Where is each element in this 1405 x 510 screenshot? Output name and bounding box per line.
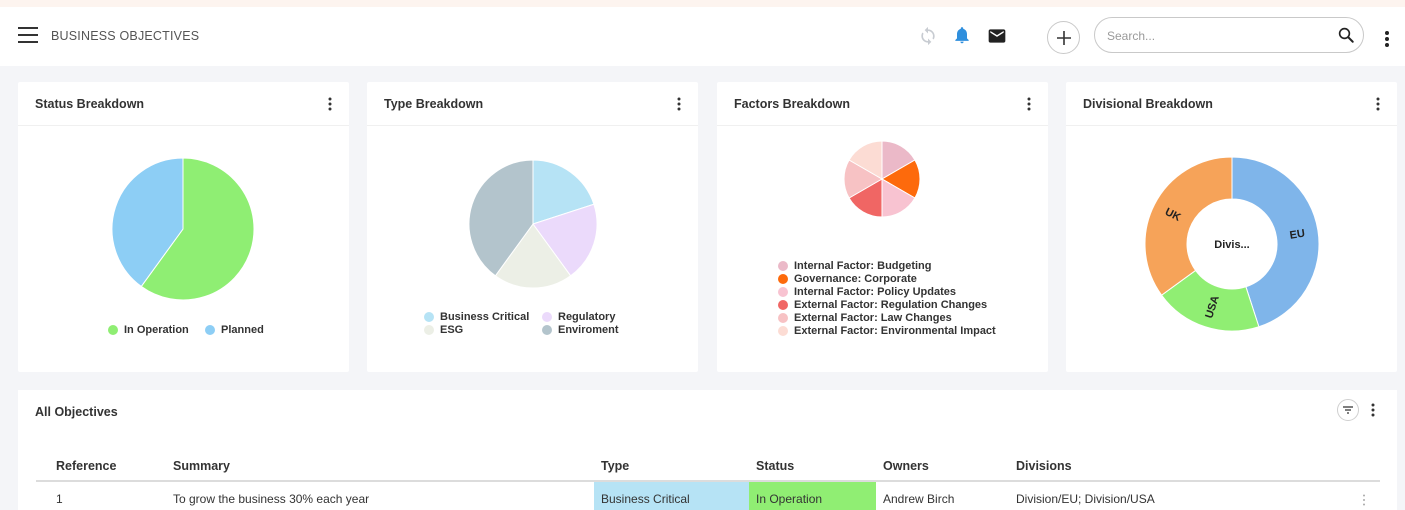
legend-label: ESG bbox=[440, 324, 464, 336]
filter-button[interactable] bbox=[1337, 399, 1359, 421]
plus-icon bbox=[1056, 30, 1071, 45]
legend-item-planned[interactable]: Planned bbox=[205, 324, 264, 336]
divisional-donut-chart: EUUSAUKDivis... bbox=[1144, 156, 1320, 332]
card-header: Type Breakdown bbox=[367, 82, 698, 126]
legend-item-regulatory[interactable]: Regulatory bbox=[542, 311, 615, 323]
more-vert-icon[interactable] bbox=[1373, 96, 1383, 112]
legend-dot bbox=[778, 261, 788, 271]
row-more-icon[interactable] bbox=[1360, 493, 1368, 507]
more-vert-icon[interactable] bbox=[674, 96, 684, 112]
cell-type: Business Critical bbox=[601, 492, 690, 506]
legend-item-law-changes[interactable]: External Factor: Law Changes bbox=[778, 312, 952, 324]
column-header-status[interactable]: Status bbox=[756, 459, 794, 473]
search-box bbox=[1094, 17, 1364, 53]
filter-icon bbox=[1343, 406, 1353, 414]
card-title: Type Breakdown bbox=[384, 97, 484, 111]
card-title: Factors Breakdown bbox=[734, 97, 851, 111]
legend-label: External Factor: Regulation Changes bbox=[794, 299, 988, 311]
legend-label: External Factor: Environmental Impact bbox=[794, 325, 996, 337]
factors-breakdown-card: Factors Breakdown Internal Factor: Budge… bbox=[717, 82, 1048, 372]
sync-icon[interactable] bbox=[918, 26, 938, 46]
more-vert-icon[interactable] bbox=[1024, 96, 1034, 112]
menu-icon[interactable] bbox=[18, 27, 38, 43]
donut-center-label: Divis... bbox=[1214, 239, 1249, 251]
column-header-divisions[interactable]: Divisions bbox=[1016, 459, 1072, 473]
page-title: BUSINESS OBJECTIVES bbox=[51, 29, 200, 43]
legend-label: Enviroment bbox=[558, 324, 619, 336]
legend-item-regulation-changes[interactable]: External Factor: Regulation Changes bbox=[778, 299, 987, 311]
legend-label: Governance: Corporate bbox=[794, 273, 917, 285]
column-header-type[interactable]: Type bbox=[601, 459, 629, 473]
legend-item-business-critical[interactable]: Business Critical bbox=[424, 311, 529, 323]
legend-item-enviroment[interactable]: Enviroment bbox=[542, 324, 619, 336]
legend-dot bbox=[424, 325, 434, 335]
cell-divisions: Division/EU; Division/USA bbox=[1016, 492, 1155, 506]
legend-item-governance[interactable]: Governance: Corporate bbox=[778, 273, 917, 285]
card-title: Divisional Breakdown bbox=[1083, 97, 1213, 111]
legend-item-environmental-impact[interactable]: External Factor: Environmental Impact bbox=[778, 325, 996, 337]
bell-icon[interactable] bbox=[952, 25, 972, 45]
legend-label: Internal Factor: Policy Updates bbox=[794, 286, 956, 298]
more-vert-icon[interactable] bbox=[325, 96, 335, 112]
card-header: Status Breakdown bbox=[18, 82, 349, 126]
column-header-owners[interactable]: Owners bbox=[883, 459, 929, 473]
legend-dot bbox=[778, 313, 788, 323]
legend-dot bbox=[778, 287, 788, 297]
divisional-breakdown-card: Divisional Breakdown EU USA UK Divis... bbox=[1066, 82, 1397, 372]
type-breakdown-card: Type Breakdown Business Critical Regulat… bbox=[367, 82, 698, 372]
all-objectives-table: All Objectives Reference Summary Type St… bbox=[18, 390, 1397, 510]
legend-dot bbox=[424, 312, 434, 322]
legend-item-esg[interactable]: ESG bbox=[424, 324, 463, 336]
legend-dot bbox=[778, 326, 788, 336]
legend-dot bbox=[205, 325, 215, 335]
legend-label: Regulatory bbox=[558, 311, 616, 323]
legend-item-in-operation[interactable]: In Operation bbox=[108, 324, 189, 336]
card-title: Status Breakdown bbox=[35, 97, 145, 111]
legend-label: External Factor: Law Changes bbox=[794, 312, 952, 324]
type-pie-chart bbox=[468, 159, 598, 289]
legend-dot bbox=[542, 325, 552, 335]
slice-label-eu: EU bbox=[1289, 228, 1306, 242]
legend-item-budgeting[interactable]: Internal Factor: Budgeting bbox=[778, 260, 932, 272]
search-icon[interactable] bbox=[1337, 26, 1355, 44]
column-header-summary[interactable]: Summary bbox=[173, 459, 230, 473]
legend-label: In Operation bbox=[124, 324, 189, 336]
status-breakdown-card: Status Breakdown In Operation Planned bbox=[18, 82, 349, 372]
add-button[interactable] bbox=[1047, 21, 1080, 54]
more-vert-icon[interactable] bbox=[1368, 402, 1378, 418]
legend-item-policy-updates[interactable]: Internal Factor: Policy Updates bbox=[778, 286, 956, 298]
cell-reference: 1 bbox=[56, 492, 63, 506]
legend-label: Business Critical bbox=[440, 311, 530, 323]
cell-summary: To grow the business 30% each year bbox=[173, 492, 370, 506]
more-vert-icon[interactable] bbox=[1380, 29, 1394, 49]
legend-label: Internal Factor: Budgeting bbox=[794, 260, 932, 272]
card-header: Factors Breakdown bbox=[717, 82, 1048, 126]
table-title: All Objectives bbox=[35, 405, 118, 419]
top-bar: BUSINESS OBJECTIVES bbox=[0, 0, 1405, 66]
legend-label: Planned bbox=[221, 324, 264, 336]
legend-dot bbox=[778, 274, 788, 284]
legend-dot bbox=[542, 312, 552, 322]
mail-icon[interactable] bbox=[986, 26, 1008, 46]
cell-status: In Operation bbox=[756, 492, 823, 506]
cell-owners: Andrew Birch bbox=[883, 492, 955, 506]
search-input[interactable] bbox=[1107, 27, 1327, 45]
legend-dot bbox=[108, 325, 118, 335]
legend-dot bbox=[778, 300, 788, 310]
column-header-reference[interactable]: Reference bbox=[56, 459, 116, 473]
card-header: Divisional Breakdown bbox=[1066, 82, 1397, 126]
